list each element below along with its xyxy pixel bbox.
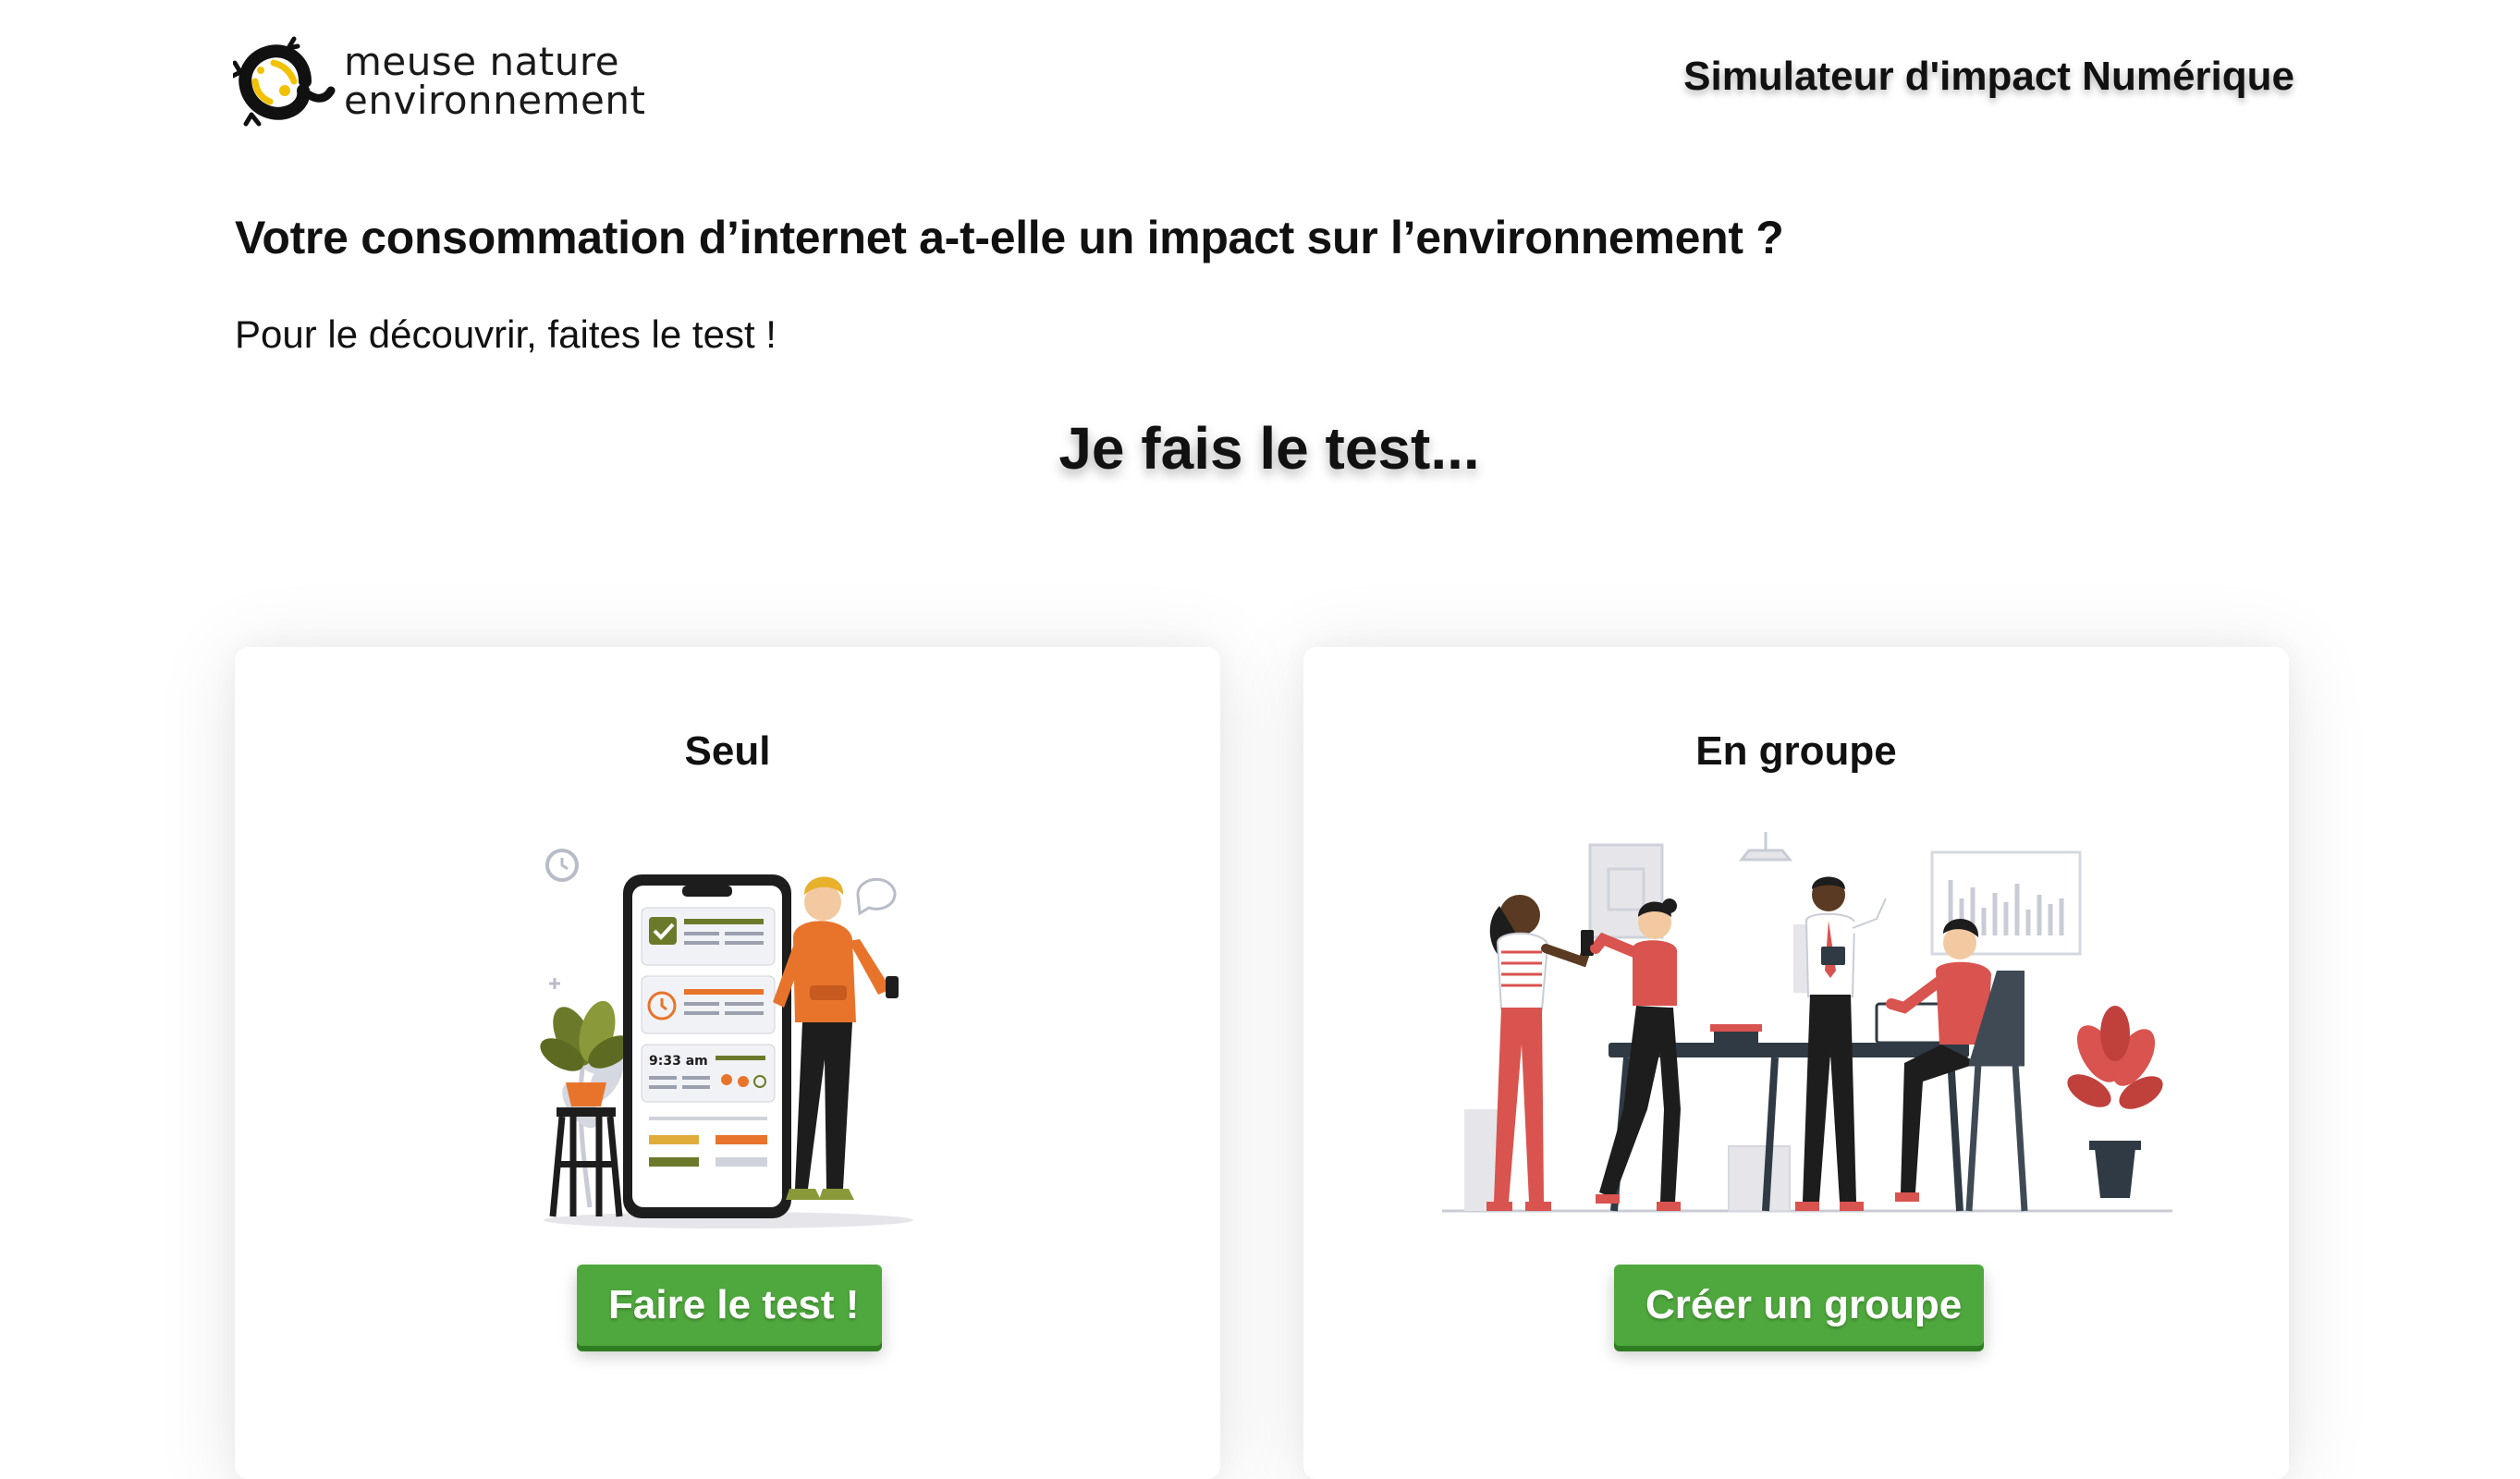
logo-text: meuse nature environnement bbox=[344, 43, 645, 120]
page-headline: Votre consommation d’internet a-t-elle u… bbox=[235, 212, 1784, 263]
card-solo-title: Seul bbox=[684, 728, 771, 774]
site-logo[interactable]: meuse nature environnement bbox=[233, 35, 645, 128]
card-group: En groupe Créer un groupe bbox=[1303, 647, 2289, 1479]
start-test-button[interactable]: Faire le test ! bbox=[577, 1265, 882, 1346]
card-solo: Seul 9:33 am Faire le test ! bbox=[235, 647, 1220, 1479]
salamander-logo-icon bbox=[233, 36, 336, 127]
person-with-phone-illustration: 9:33 am bbox=[540, 849, 913, 1228]
team-meeting-illustration bbox=[1442, 832, 2172, 1213]
logo-line-2: environnement bbox=[344, 78, 646, 123]
site-title: Simulateur d'impact Numérique bbox=[1683, 54, 2294, 99]
create-group-button[interactable]: Créer un groupe bbox=[1614, 1265, 1984, 1346]
phone-time-label: 9:33 am bbox=[649, 1054, 708, 1069]
header: meuse nature environnement Simulateur d'… bbox=[0, 0, 2520, 166]
page-subtitle: Pour le découvrir, faites le test ! bbox=[235, 312, 777, 356]
logo-line-1: meuse nature bbox=[344, 39, 620, 84]
card-group-title: En groupe bbox=[1695, 728, 1897, 774]
section-title: Je fais le test... bbox=[1058, 415, 1480, 482]
